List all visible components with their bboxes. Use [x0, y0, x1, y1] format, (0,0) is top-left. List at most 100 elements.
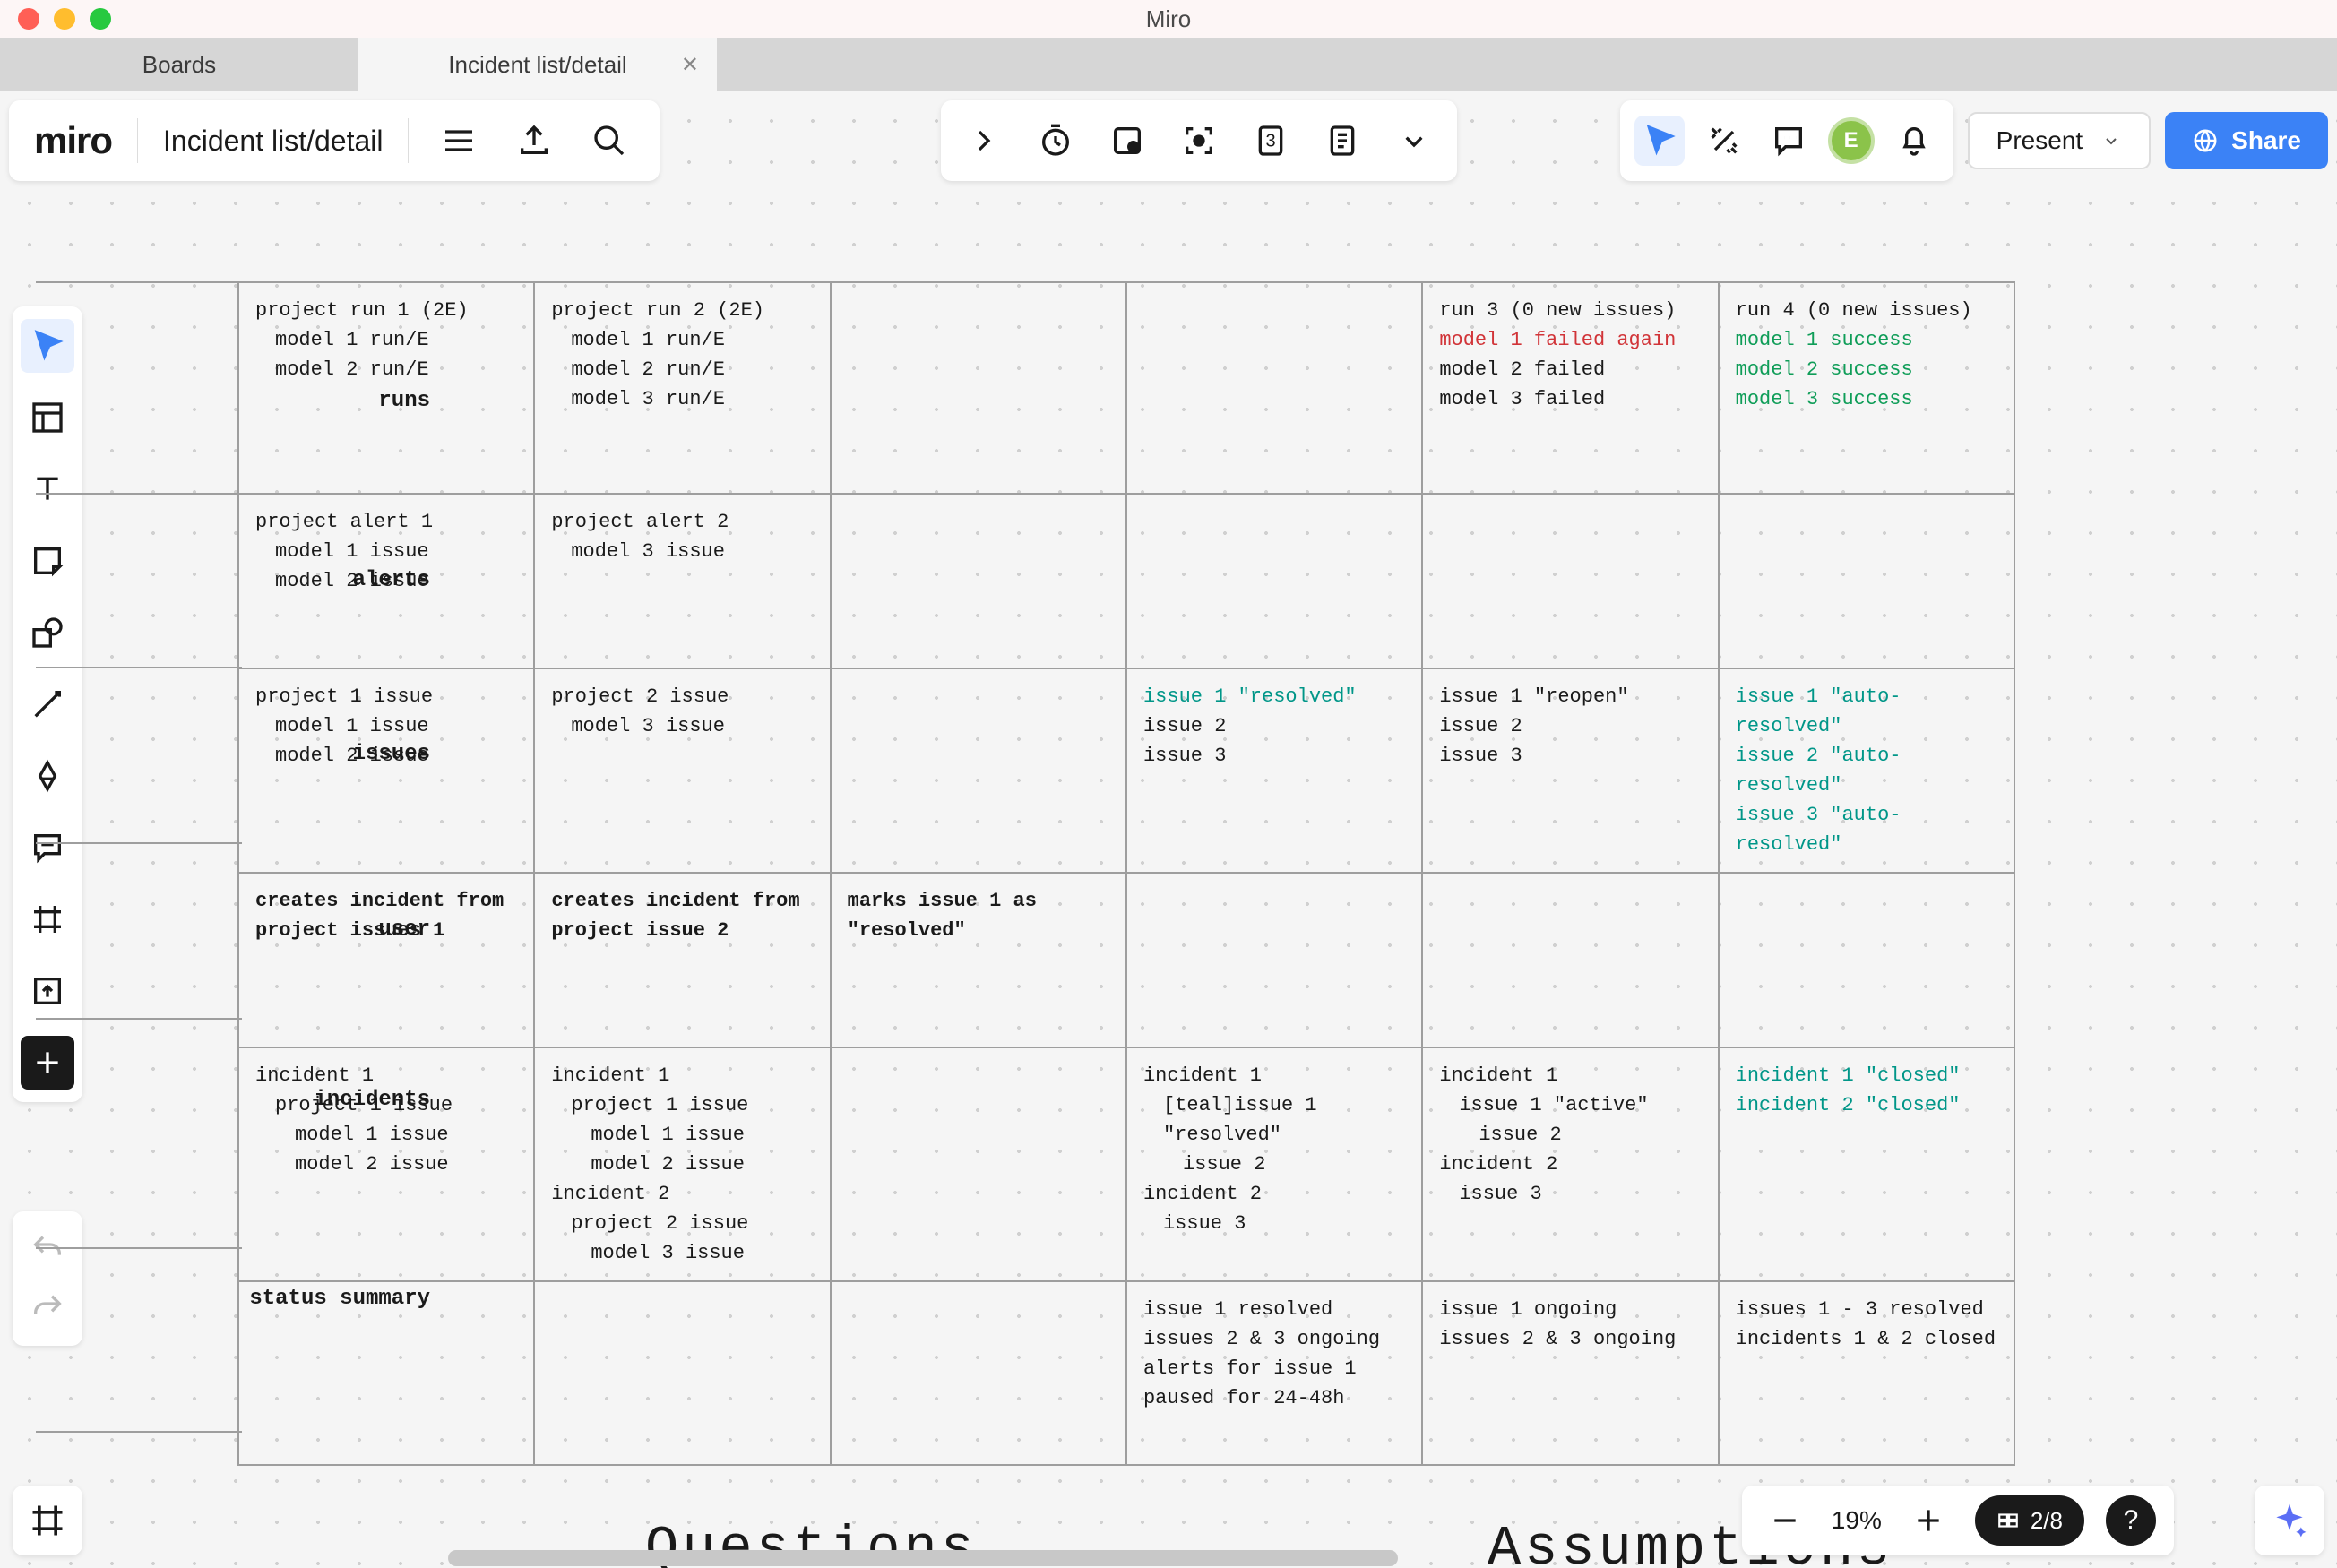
ai-assist-icon[interactable]: [2255, 1486, 2324, 1555]
cell[interactable]: [534, 1281, 830, 1465]
row-issues: project 1 issuemodel 1 issuemodel 2 issu…: [238, 668, 2014, 873]
zoom-controls: 19% 2/8 ?: [1742, 1486, 2174, 1555]
cell[interactable]: [1126, 873, 1422, 1047]
hamburger-menu-icon[interactable]: [434, 116, 484, 166]
toolbar-center: 3: [941, 100, 1457, 181]
maximize-window-icon[interactable]: [90, 8, 111, 30]
left-toolbar: [13, 306, 82, 1102]
workspace[interactable]: miro Incident list/detail 3 E Present: [0, 91, 2337, 1568]
tab-incident-label: Incident list/detail: [448, 51, 626, 79]
present-button[interactable]: Present: [1968, 112, 2152, 169]
cell[interactable]: issue 1 "auto-resolved"issue 2 "auto-res…: [1719, 668, 2014, 873]
cell[interactable]: incident 1[teal]issue 1 "resolved"issue …: [1126, 1047, 1422, 1281]
cell[interactable]: [1422, 873, 1718, 1047]
notifications-icon[interactable]: [1889, 116, 1939, 166]
row-status: issue 1 resolvedissues 2 & 3 ongoingaler…: [238, 1281, 2014, 1465]
line-tool-icon[interactable]: [21, 677, 74, 731]
frame-tool-icon[interactable]: [21, 892, 74, 946]
undo-redo-toolbar: [13, 1211, 82, 1346]
minimize-window-icon[interactable]: [54, 8, 75, 30]
tab-boards-label: Boards: [142, 51, 216, 79]
cell[interactable]: [1126, 494, 1422, 668]
text-tool-icon[interactable]: [21, 462, 74, 516]
board-title[interactable]: Incident list/detail: [163, 125, 383, 158]
cell[interactable]: incident 1issue 1 "active"issue 2inciden…: [1422, 1047, 1718, 1281]
template-tool-icon[interactable]: [21, 391, 74, 444]
cell[interactable]: project alert 2model 3 issue: [534, 494, 830, 668]
divider: [408, 118, 409, 163]
horizontal-scrollbar[interactable]: [448, 1550, 1398, 1566]
redo-icon[interactable]: [22, 1283, 73, 1333]
miro-logo[interactable]: miro: [34, 119, 112, 162]
help-icon[interactable]: ?: [2106, 1495, 2156, 1546]
traffic-lights: [18, 8, 111, 30]
cell[interactable]: [1422, 494, 1718, 668]
cell[interactable]: [1126, 282, 1422, 494]
cell[interactable]: project run 2 (2E)model 1 run/Emodel 2 r…: [534, 282, 830, 494]
cell[interactable]: run 3 (0 new issues)model 1 failed again…: [1422, 282, 1718, 494]
frames-panel-icon[interactable]: [13, 1486, 82, 1555]
search-icon[interactable]: [584, 116, 634, 166]
export-icon[interactable]: [509, 116, 559, 166]
grid-table: project run 1 (2E)model 1 run/Emodel 2 r…: [237, 281, 2015, 1466]
shape-tool-icon[interactable]: [21, 606, 74, 659]
timer-icon[interactable]: [1031, 116, 1081, 166]
comments-icon[interactable]: [1764, 116, 1814, 166]
frame-pager[interactable]: 2/8: [1975, 1495, 2084, 1546]
add-more-tools-icon[interactable]: [21, 1036, 74, 1090]
cell[interactable]: [831, 282, 1126, 494]
cell[interactable]: [831, 1281, 1126, 1465]
reactions-icon[interactable]: [1699, 116, 1749, 166]
focus-mode-icon[interactable]: [1174, 116, 1224, 166]
undo-icon[interactable]: [22, 1224, 73, 1274]
cell[interactable]: [1719, 873, 2014, 1047]
cell[interactable]: [831, 494, 1126, 668]
row-alerts: project alert 1model 1 issuemodel 2 issu…: [238, 494, 2014, 668]
row-label-incidents: incidents: [237, 1088, 430, 1112]
notes-icon[interactable]: [1317, 116, 1367, 166]
tab-boards[interactable]: Boards: [0, 38, 358, 91]
cursor-tool-icon[interactable]: [1634, 116, 1685, 166]
canvas-table[interactable]: runs alerts issues user incidents status…: [237, 281, 2015, 1466]
cell[interactable]: project run 1 (2E)model 1 run/Emodel 2 r…: [238, 282, 534, 494]
upload-tool-icon[interactable]: [21, 964, 74, 1018]
expand-panel-icon[interactable]: [959, 116, 1009, 166]
hide-frames-icon[interactable]: [1102, 116, 1152, 166]
cell[interactable]: issue 1 "reopen"issue 2issue 3: [1422, 668, 1718, 873]
share-button[interactable]: Share: [2165, 112, 2328, 169]
more-apps-icon[interactable]: [1389, 116, 1439, 166]
cell[interactable]: issue 1 resolvedissues 2 & 3 ongoingaler…: [1126, 1281, 1422, 1465]
close-window-icon[interactable]: [18, 8, 39, 30]
cell[interactable]: [1719, 494, 2014, 668]
user-avatar[interactable]: E: [1828, 117, 1875, 164]
cell[interactable]: creates incident from project issue 2: [534, 873, 830, 1047]
row-runs: project run 1 (2E)model 1 run/Emodel 2 r…: [238, 282, 2014, 494]
select-tool-icon[interactable]: [21, 319, 74, 373]
cell[interactable]: issues 1 - 3 resolvedincidents 1 & 2 clo…: [1719, 1281, 2014, 1465]
sticky-note-tool-icon[interactable]: [21, 534, 74, 588]
comment-tool-icon[interactable]: [21, 821, 74, 874]
pen-tool-icon[interactable]: [21, 749, 74, 803]
close-tab-icon[interactable]: ✕: [681, 52, 699, 78]
pager-text: 2/8: [2031, 1507, 2063, 1535]
zoom-out-icon[interactable]: [1760, 1495, 1810, 1546]
cell[interactable]: project 2 issuemodel 3 issue: [534, 668, 830, 873]
cell[interactable]: issue 1 "resolved"issue 2issue 3: [1126, 668, 1422, 873]
voting-icon[interactable]: 3: [1246, 116, 1296, 166]
cell[interactable]: incident 1 "closed"incident 2 "closed": [1719, 1047, 2014, 1281]
cell[interactable]: [831, 1047, 1126, 1281]
row-label-status: status summary: [237, 1285, 430, 1313]
cell[interactable]: project 1 issuemodel 1 issuemodel 2 issu…: [238, 668, 534, 873]
cell[interactable]: [831, 668, 1126, 873]
zoom-in-icon[interactable]: [1903, 1495, 1953, 1546]
row-label-issues: issues: [237, 742, 430, 766]
header-left: miro Incident list/detail: [9, 100, 660, 181]
cell[interactable]: creates incident from project issues 1: [238, 873, 534, 1047]
tab-incident-list-detail[interactable]: Incident list/detail ✕: [358, 38, 717, 91]
cell[interactable]: run 4 (0 new issues)model 1 successmodel…: [1719, 282, 2014, 494]
cell[interactable]: incident 1project 1 issuemodel 1 issuemo…: [534, 1047, 830, 1281]
zoom-percentage[interactable]: 19%: [1832, 1506, 1882, 1535]
cell[interactable]: marks issue 1 as "resolved": [831, 873, 1126, 1047]
cell[interactable]: incident 1project 1 issuemodel 1 issuemo…: [238, 1047, 534, 1281]
cell[interactable]: issue 1 ongoingissues 2 & 3 ongoing: [1422, 1281, 1718, 1465]
